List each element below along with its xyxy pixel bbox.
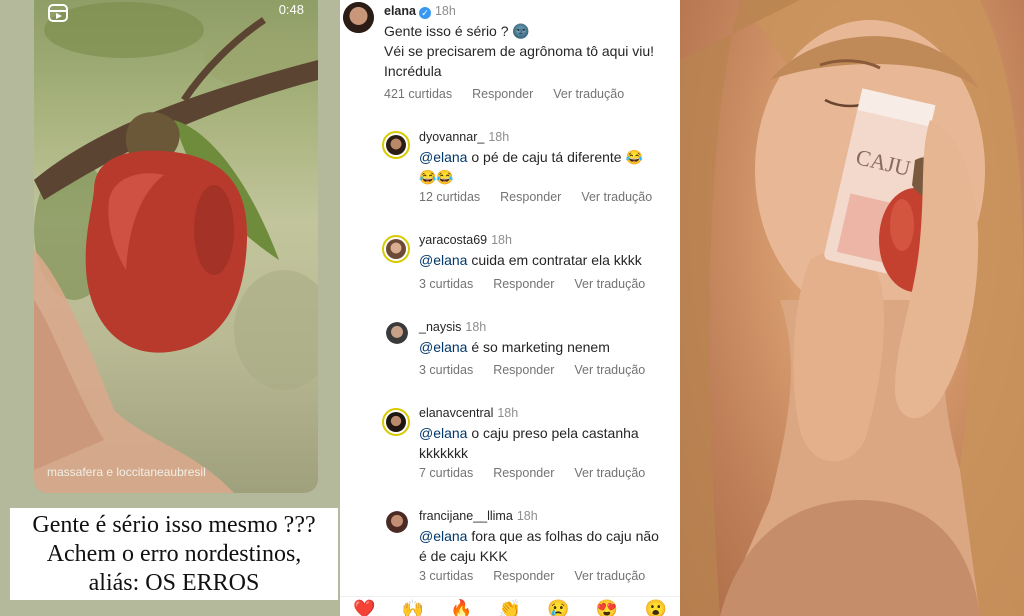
likes-count[interactable]: 421 curtidas [384,87,452,101]
video-credit[interactable]: massafera e loccitaneaubresil [47,465,206,479]
reply-line: 😂😂 [419,169,454,185]
surprised-emoji-icon[interactable]: 😮 [644,597,666,616]
comment-header: elana ✓ 18h [384,4,456,19]
reply-text: @elana é so marketing nenem [419,337,610,357]
caption-line: Achem o erro nordestinos, [46,541,302,567]
translate-button[interactable]: Ver tradução [553,87,624,101]
clap-emoji-icon[interactable]: 👏 [499,597,521,616]
fire-emoji-icon[interactable]: 🔥 [450,597,472,616]
raised-hands-emoji-icon[interactable]: 🙌 [402,597,424,616]
reply-button[interactable]: Responder [493,466,554,480]
comment-text: Gente isso é sério ? 🌚 Véi se precisarem… [384,21,654,81]
likes-count[interactable]: 3 curtidas [419,363,473,377]
product-photo: CAJU [680,0,1024,616]
translate-button[interactable]: Ver tradução [574,277,645,291]
avatar[interactable] [343,2,374,33]
comment-line: Véi se precisarem de agrônoma tô aqui vi… [384,43,655,59]
cashew-video-frame [34,2,318,493]
reply-actions: 3 curtidas Responder Ver tradução [419,277,665,291]
reply-username[interactable]: elanavcentral [419,406,493,420]
translate-button[interactable]: Ver tradução [574,363,645,377]
reply-actions: 7 curtidas Responder Ver tradução [419,466,665,480]
reply-actions: 12 curtidas Responder Ver tradução [419,190,672,204]
reply-username[interactable]: yaracosta69 [419,233,487,247]
reply-line: cuida em contratar ela kkkk [467,252,642,268]
reply-header: _naysis 18h [419,320,486,334]
reply-button[interactable]: Responder [493,277,554,291]
reels-icon [48,4,68,22]
reply-username[interactable]: francijane__llima [419,509,513,523]
likes-count[interactable]: 12 curtidas [419,190,480,204]
reply-header: yaracosta69 18h [419,233,512,247]
reply-username[interactable]: dyovannar_ [419,130,484,144]
reply-actions: 3 curtidas Responder Ver tradução [419,569,665,583]
likes-count[interactable]: 7 curtidas [419,466,473,480]
avatar[interactable] [382,408,410,436]
translate-button[interactable]: Ver tradução [581,190,652,204]
reply-button[interactable]: Responder [472,87,533,101]
reply-time: 18h [465,320,487,334]
reply-text: @elana fora que as folhas do caju não é … [419,526,659,566]
caption-line: aliás: OS ERROS [88,570,260,596]
mention-link[interactable]: @elana [419,425,467,441]
story-panel: 0:48 massafera e loccitaneaubresil Gente… [0,0,340,616]
mention-link[interactable]: @elana [419,252,467,268]
video-time: 0:48 [278,2,304,17]
reply-header: dyovannar_ 18h [419,130,509,144]
mention-link[interactable]: @elana [419,149,467,165]
likes-count[interactable]: 3 curtidas [419,277,473,291]
reply-text: @elana o caju preso pela castanha kkkkkk… [419,423,639,463]
reply-button[interactable]: Responder [493,363,554,377]
reply-line: é de caju KKK [419,548,508,564]
heart-emoji-icon[interactable]: ❤️ [353,597,375,616]
reply-button[interactable]: Responder [500,190,561,204]
avatar[interactable] [382,235,410,263]
avatar[interactable] [382,131,410,159]
comment-line: Gente isso é sério ? 🌚 [384,23,530,39]
caption-line: Gente é sério isso mesmo ??? [32,512,316,538]
mention-link[interactable]: @elana [419,339,467,355]
reply-text: @elana cuida em contratar ela kkkk [419,250,642,270]
mention-link[interactable]: @elana [419,528,467,544]
reply-button[interactable]: Responder [493,569,554,583]
comment-username[interactable]: elana [384,4,416,18]
reply-username[interactable]: _naysis [419,320,461,334]
reply-line: é so marketing nenem [467,339,610,355]
crying-emoji-icon[interactable]: 😢 [547,597,569,616]
comments-panel: elana ✓ 18h Gente isso é sério ? 🌚 Véi se … [340,0,680,616]
emoji-reaction-bar: ❤️ 🙌 🔥 👏 😢 😍 😮 [340,596,680,616]
reply-actions: 3 curtidas Responder Ver tradução [419,363,665,377]
heart-eyes-emoji-icon[interactable]: 😍 [596,597,618,616]
reply-time: 18h [491,233,512,247]
verified-badge-icon: ✓ [418,7,431,19]
reply-text: @elana o pé de caju tá diferente 😂 😂😂 [419,147,643,187]
comment-time: 18h [434,4,456,18]
woman-with-cashew-photo: CAJU [680,0,1024,616]
reply-line: o caju preso pela castanha [467,425,639,441]
reply-time: 18h [488,130,510,144]
avatar[interactable] [386,322,408,344]
translate-button[interactable]: Ver tradução [574,466,645,480]
comment-actions: 421 curtidas Responder Ver tradução [384,87,644,101]
reel-video[interactable]: 0:48 massafera e loccitaneaubresil [34,0,318,493]
avatar[interactable] [386,511,408,533]
reply-header: francijane__llima 18h [419,509,538,523]
reply-time: 18h [516,509,538,523]
reply-time: 18h [497,406,519,420]
reply-line: kkkkkkk [419,445,468,461]
story-caption: Gente é sério isso mesmo ??? Achem o err… [10,508,338,600]
translate-button[interactable]: Ver tradução [574,569,645,583]
reply-line: fora que as folhas do caju não [467,528,659,544]
reply-line: o pé de caju tá diferente 😂 [467,149,643,165]
likes-count[interactable]: 3 curtidas [419,569,473,583]
comment-line: Incrédula [384,63,442,79]
reply-header: elanavcentral 18h [419,406,518,420]
